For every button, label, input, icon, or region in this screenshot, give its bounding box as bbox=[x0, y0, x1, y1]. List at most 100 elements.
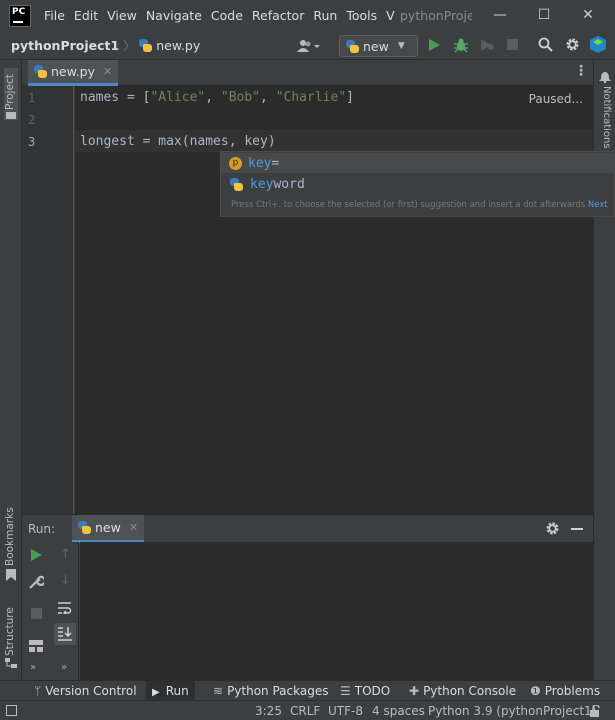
todo-tool-button[interactable]: ☰ TODO bbox=[340, 681, 390, 701]
bell-icon bbox=[599, 72, 611, 83]
python-file-icon bbox=[78, 521, 91, 534]
run-console-output[interactable] bbox=[80, 542, 593, 680]
left-tool-strip: Project Bookmarks Structure bbox=[0, 60, 22, 680]
python-module-icon bbox=[230, 177, 243, 191]
completion-hint: Press Ctrl+. to choose the selected (or … bbox=[231, 200, 608, 210]
jetbrains-toolbox-icon[interactable] bbox=[590, 36, 606, 53]
navigation-bar: pythonProject1 〉 new.py bbox=[0, 32, 615, 60]
close-tab-icon[interactable]: ✕ bbox=[103, 65, 112, 78]
bookmark-icon bbox=[6, 569, 16, 581]
python-console-tool-button[interactable]: ✚ Python Console bbox=[409, 681, 516, 701]
problems-tool-button[interactable]: ❶ Problems bbox=[530, 681, 600, 701]
settings-gear-icon[interactable] bbox=[565, 37, 580, 52]
menu-edit[interactable]: Edit bbox=[74, 0, 98, 32]
caret-position[interactable]: 3:25 bbox=[255, 701, 282, 720]
menu-vcs[interactable]: V bbox=[386, 0, 395, 32]
tool-window-bar: ᛘ Version Control ▶ Run ≋ Python Packages ☰… bbox=[0, 680, 615, 701]
line-number: 1 bbox=[28, 91, 36, 105]
debug-icon[interactable] bbox=[453, 37, 469, 53]
breadcrumb-file[interactable]: new.py bbox=[156, 38, 200, 53]
menu-refactor[interactable]: Refactor bbox=[252, 0, 304, 32]
run-panel-title: Run: bbox=[28, 522, 56, 536]
minimize-button[interactable]: — bbox=[478, 0, 522, 32]
editor-tab-new-py[interactable]: new.py ✕ bbox=[28, 60, 119, 86]
pycharm-logo-icon: PC bbox=[9, 5, 31, 27]
chevron-down-icon: ▼ bbox=[397, 41, 405, 51]
more-tabs-icon[interactable]: ⋮ bbox=[574, 64, 588, 78]
code-completion-popup: p key = key word Press Ctrl+. to choose th… bbox=[220, 151, 615, 217]
project-tool-label: Project bbox=[4, 74, 16, 110]
window-title: pythonProjec bbox=[400, 8, 472, 23]
line-number: 3 bbox=[28, 135, 36, 149]
stop-icon[interactable] bbox=[507, 39, 518, 50]
menu-file[interactable]: File bbox=[44, 0, 65, 32]
python-interpreter[interactable]: Python 3.9 (pythonProject1) bbox=[428, 701, 596, 720]
more-actions-icon[interactable]: » bbox=[30, 662, 36, 673]
python-packages-tool-button[interactable]: ≋ Python Packages bbox=[213, 681, 328, 701]
run-toolbar-primary: » bbox=[22, 542, 50, 680]
notifications-tool-label: Notifications bbox=[601, 86, 612, 149]
wrench-icon[interactable] bbox=[28, 574, 44, 590]
problems-icon: ❶ bbox=[530, 684, 541, 698]
breadcrumb-project[interactable]: pythonProject1 bbox=[11, 38, 119, 53]
close-button[interactable]: ✕ bbox=[566, 0, 610, 32]
coverage-icon[interactable] bbox=[479, 38, 495, 52]
structure-tool-button[interactable]: Structure bbox=[4, 600, 18, 672]
completion-hint-next-link[interactable]: Next bbox=[588, 200, 608, 210]
menu-view[interactable]: View bbox=[107, 0, 137, 32]
layout-icon[interactable] bbox=[29, 640, 43, 652]
run-configuration-select[interactable]: new ▼ bbox=[339, 35, 418, 57]
debugger-status: Paused... bbox=[528, 92, 583, 106]
title-bar: PC File Edit View Navigate Code Refactor… bbox=[0, 0, 615, 32]
run-panel-header: Run: new ✕ bbox=[22, 514, 593, 543]
line-separator[interactable]: CRLF bbox=[290, 701, 320, 720]
close-run-tab-icon[interactable]: ✕ bbox=[129, 521, 138, 534]
scroll-to-end-icon bbox=[58, 627, 72, 641]
stop-run-icon[interactable] bbox=[31, 608, 42, 619]
run-settings-gear-icon[interactable] bbox=[545, 521, 560, 536]
completion-item-keyword[interactable]: key word bbox=[221, 174, 615, 194]
breadcrumb-separator-icon: 〉 bbox=[123, 39, 136, 53]
maximize-button[interactable]: ☐ bbox=[522, 0, 566, 32]
scroll-to-end-button[interactable] bbox=[54, 623, 76, 645]
code-line-3: longest = max(names, key) bbox=[80, 134, 276, 149]
indent-setting[interactable]: 4 spaces bbox=[372, 701, 425, 720]
file-encoding[interactable]: UTF-8 bbox=[328, 701, 363, 720]
hide-panel-icon[interactable] bbox=[571, 528, 583, 530]
menu-code[interactable]: Code bbox=[211, 0, 243, 32]
packages-icon: ≋ bbox=[213, 684, 224, 698]
run-icon[interactable] bbox=[427, 38, 441, 52]
search-icon[interactable] bbox=[538, 37, 553, 52]
structure-icon bbox=[5, 658, 17, 668]
tool-windows-toggle-icon[interactable] bbox=[6, 705, 17, 716]
unlock-icon[interactable] bbox=[589, 705, 601, 717]
bookmarks-tool-button[interactable]: Bookmarks bbox=[4, 506, 18, 582]
editor-tabs-bar: new.py ✕ ⋮ bbox=[22, 60, 593, 86]
more-actions-icon[interactable]: » bbox=[61, 662, 67, 673]
run-tab-new[interactable]: new ✕ bbox=[72, 515, 145, 543]
branch-icon: ᛘ bbox=[34, 684, 42, 698]
python-file-icon bbox=[34, 65, 47, 78]
python-file-icon bbox=[139, 39, 153, 52]
account-icon[interactable] bbox=[297, 39, 321, 53]
menu-bar: File Edit View Navigate Code Refactor Ru… bbox=[44, 0, 404, 32]
notifications-tool-button[interactable]: Notifications bbox=[598, 68, 612, 158]
scroll-up-icon[interactable]: ↑ bbox=[60, 547, 71, 562]
menu-tools[interactable]: Tools bbox=[346, 0, 377, 32]
todo-list-icon: ☰ bbox=[340, 684, 351, 698]
completion-item-key-param[interactable]: p key = bbox=[221, 153, 615, 173]
parameter-icon: p bbox=[229, 156, 242, 170]
project-tool-button[interactable]: Project bbox=[4, 68, 18, 120]
run-configuration-label: new bbox=[363, 38, 389, 54]
rerun-icon[interactable] bbox=[30, 548, 43, 562]
version-control-tool-button[interactable]: ᛘ Version Control bbox=[34, 681, 137, 701]
run-tab-label: new bbox=[95, 520, 121, 535]
soft-wrap-icon[interactable] bbox=[58, 602, 72, 614]
scroll-down-icon[interactable]: ↓ bbox=[60, 573, 71, 588]
menu-navigate[interactable]: Navigate bbox=[146, 0, 202, 32]
menu-run[interactable]: Run bbox=[313, 0, 337, 32]
python-console-icon: ✚ bbox=[409, 684, 420, 698]
structure-tool-label: Structure bbox=[4, 607, 16, 656]
run-tool-button[interactable]: ▶ Run bbox=[146, 681, 195, 701]
code-line-1: names = ["Alice", "Bob", "Charlie"] bbox=[80, 90, 354, 105]
